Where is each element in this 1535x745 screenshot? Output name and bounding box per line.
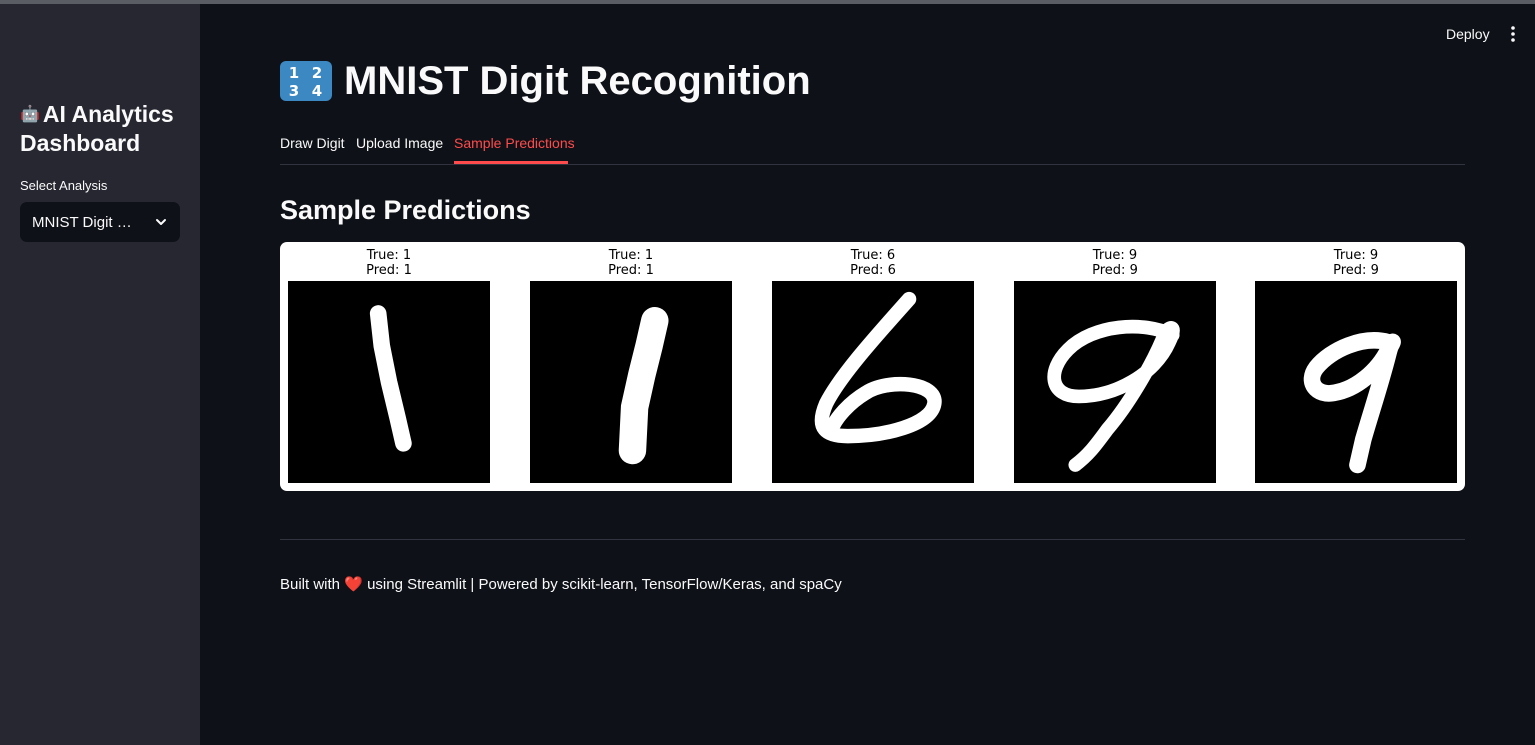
robot-icon: 🤖 [20,106,40,123]
top-border [0,0,1535,4]
true-label: True: 1 [608,248,654,263]
heart-icon: ❤️ [344,576,363,593]
deploy-button[interactable]: Deploy [1440,23,1496,45]
sidebar-title: 🤖 AI Analytics Dashboard [20,100,195,158]
sidebar: 🤖 AI Analytics Dashboard Select Analysis … [0,4,200,745]
true-label: True: 6 [850,248,896,263]
tab-bar: Draw Digit Upload Image Sample Predictio… [280,128,1465,165]
chevron-down-icon [156,219,166,225]
tab-sample-predictions[interactable]: Sample Predictions [454,134,575,152]
sidebar-title-text: AI Analytics Dashboard [20,101,174,156]
sample-panel: True: 9 Pred: 9 [1255,242,1457,491]
sample-predictions-figure: True: 1 Pred: 1 True: 1 Pred: 1 True: 6 … [280,242,1465,491]
sample-panel: True: 6 Pred: 6 [772,242,974,491]
page-title-text: MNIST Digit Recognition [344,59,811,103]
pred-label: Pred: 6 [850,263,896,278]
true-label: True: 9 [1333,248,1379,263]
tab-upload-image[interactable]: Upload Image [356,134,443,152]
active-tab-indicator [454,161,568,164]
sample-panel: True: 1 Pred: 1 [530,242,732,491]
tab-draw-digit[interactable]: Draw Digit [280,134,345,152]
digit-image [772,281,974,483]
analysis-select[interactable]: MNIST Digit … [20,202,180,242]
footer-text: using Streamlit | Powered by scikit-lear… [367,576,842,593]
true-label: True: 9 [1092,248,1138,263]
pred-label: Pred: 9 [1092,263,1138,278]
true-label: True: 1 [366,248,412,263]
pred-label: Pred: 9 [1333,263,1379,278]
svg-text:1: 1 [289,64,299,82]
sample-panel: True: 1 Pred: 1 [288,242,490,491]
pred-label: Pred: 1 [366,263,412,278]
footer-prefix: Built with [280,576,341,593]
analysis-select-value: MNIST Digit … [32,213,132,231]
pred-label: Pred: 1 [608,263,654,278]
digit-image [1255,281,1457,483]
digit-image [530,281,732,483]
svg-text:2: 2 [312,64,322,82]
section-title: Sample Predictions [280,195,531,225]
footer-divider [280,539,1465,540]
svg-text:4: 4 [312,82,322,100]
sample-panel: True: 9 Pred: 9 [1014,242,1216,491]
select-analysis-label: Select Analysis [20,178,108,193]
digit-image [1014,281,1216,483]
numbers-keycap-icon: 1 2 3 4 [280,61,332,101]
page-title: 1 2 3 4 MNIST Digit Recognition [280,55,811,107]
kebab-menu-icon[interactable] [1504,24,1522,44]
digit-image [288,281,490,483]
svg-text:3: 3 [289,82,299,100]
footer: Built with ❤️ using Streamlit | Powered … [280,575,842,595]
